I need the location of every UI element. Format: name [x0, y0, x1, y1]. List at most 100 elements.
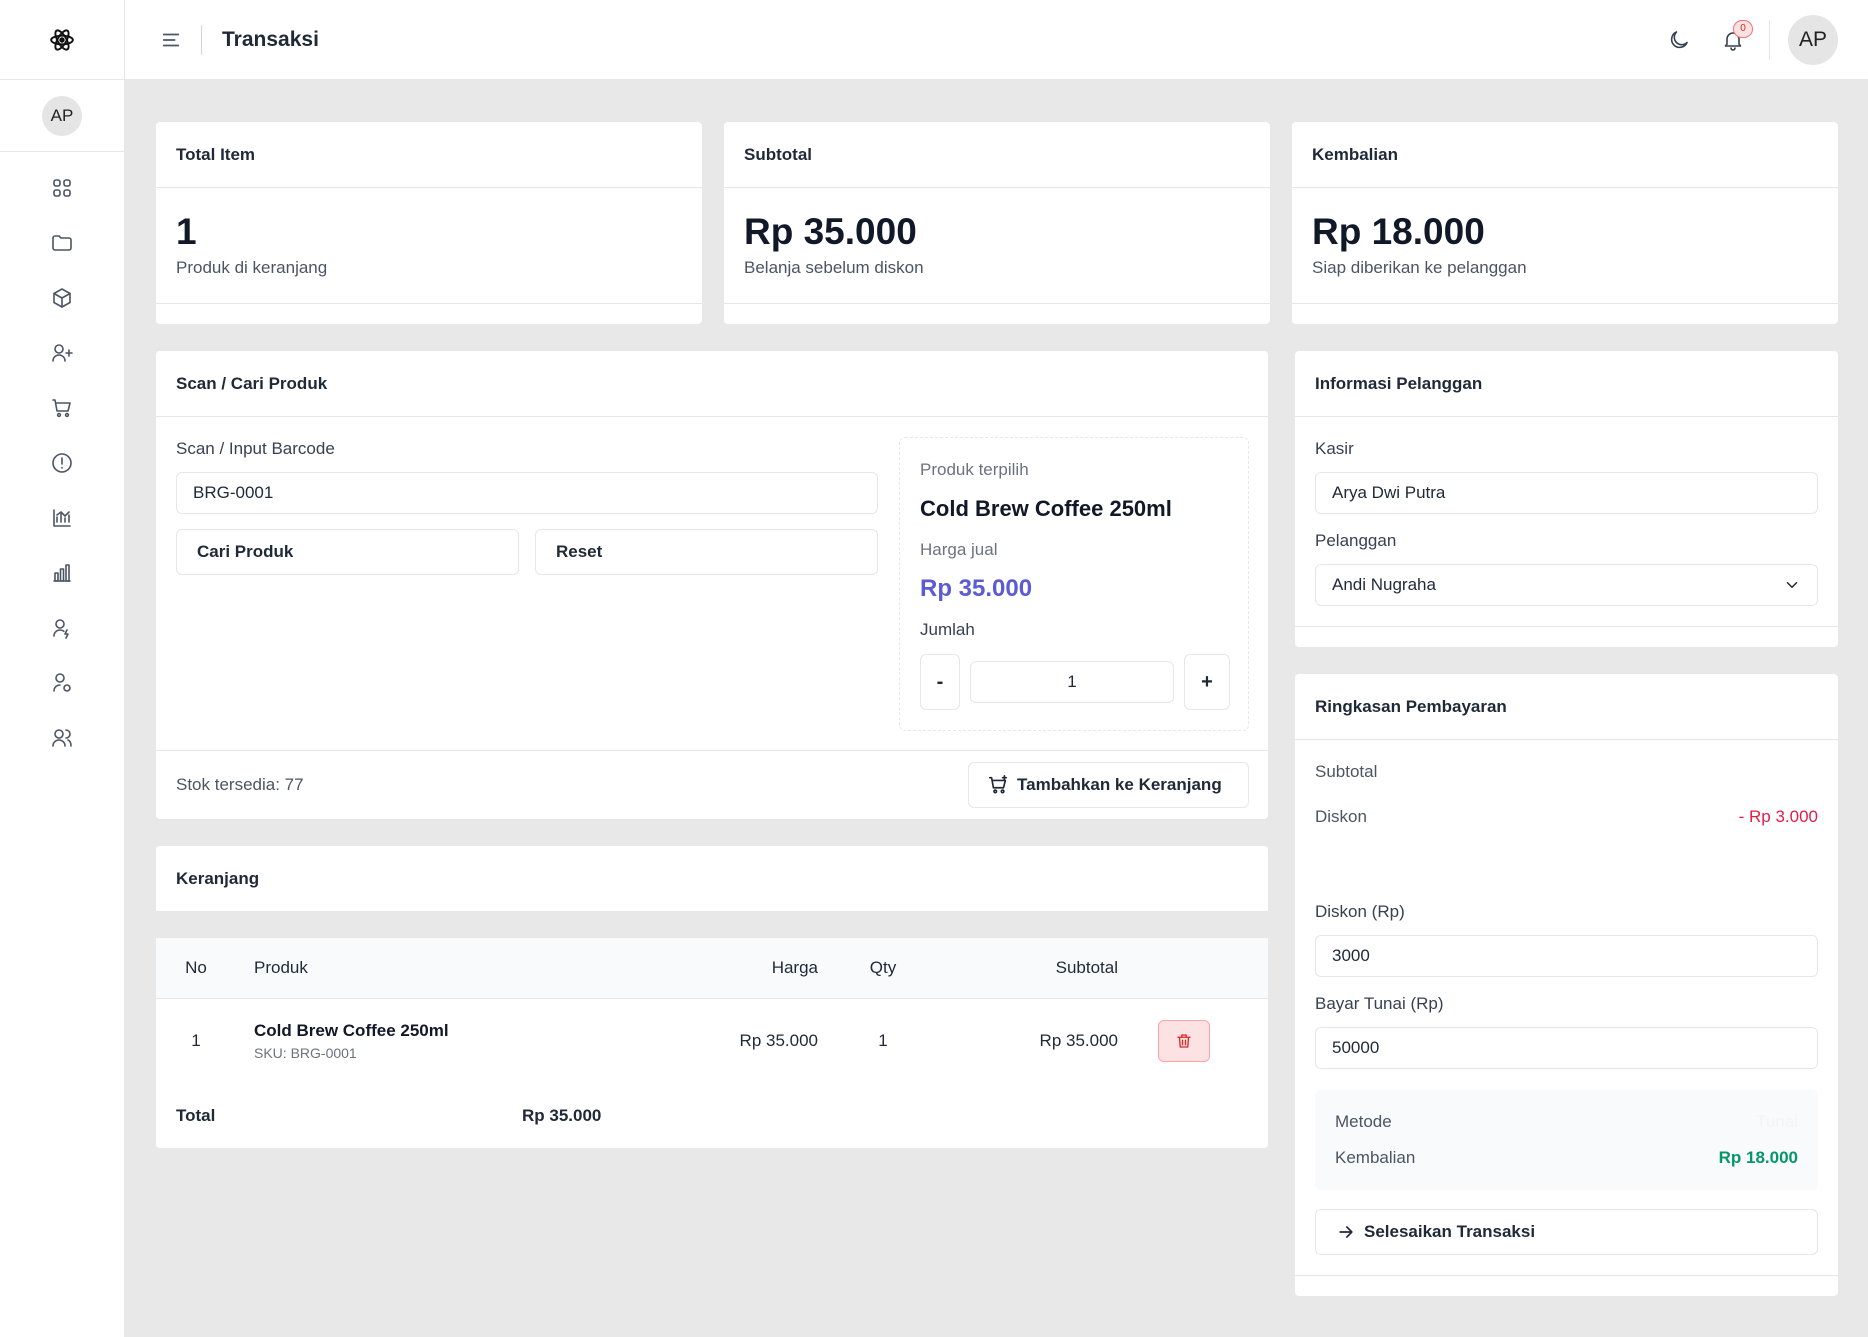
cell-action: [1118, 998, 1268, 1084]
stat-card-total-item: Total Item 1 Produk di keranjang: [156, 122, 702, 324]
col-no: No: [185, 957, 207, 977]
box-icon: [53, 287, 71, 308]
barcode-input[interactable]: BRG-0001: [176, 472, 878, 514]
top-header: Transaksi 0 AP: [125, 0, 1868, 80]
cart-icon: [52, 398, 71, 417]
sidebar-item-statistics[interactable]: [38, 545, 86, 600]
notification-badge: 0: [1733, 19, 1753, 38]
finish-transaction-button[interactable]: Selesaikan Transaksi: [1315, 1209, 1818, 1255]
card-title: Keranjang: [156, 846, 1268, 912]
stat-subtitle: Siap diberikan ke pelanggan: [1312, 258, 1527, 277]
kasir-field[interactable]: Arya Dwi Putra: [1315, 472, 1818, 514]
diskon-input[interactable]: 3000: [1315, 935, 1818, 977]
folder-icon: [52, 234, 72, 251]
card-title: Ringkasan Pembayaran: [1295, 674, 1838, 740]
payment-card-footer: [1295, 1275, 1838, 1276]
cart-gap: [156, 912, 1268, 938]
stat-subtitle: Belanja sebelum diskon: [744, 258, 924, 277]
add-to-cart-label: Tambahkan ke Keranjang: [1017, 775, 1222, 794]
price-label: Harga jual: [920, 540, 998, 559]
user-avatar[interactable]: AP: [1788, 14, 1838, 65]
arrow-right-icon: [1339, 1226, 1353, 1238]
cell-subtotal: Rp 35.000: [1039, 1031, 1118, 1051]
sidebar: AP: [0, 0, 125, 1337]
pelanggan-select[interactable]: Andi Nugraha: [1315, 564, 1818, 606]
table-row: 1 Cold Brew Coffee 250ml SKU: BRG-0001 R…: [156, 998, 1268, 1084]
qty-increment-button[interactable]: +: [1184, 654, 1230, 710]
menu-toggle-button[interactable]: [141, 0, 201, 80]
sidebar-item-products[interactable]: [38, 270, 86, 325]
chevron-down-icon: [1786, 582, 1798, 588]
col-qty: Qty: [869, 957, 897, 977]
stat-value: Rp 35.000: [744, 211, 917, 252]
qty-decrement-button[interactable]: -: [920, 654, 960, 710]
sidebar-nav: [0, 152, 124, 765]
selected-product-name: Cold Brew Coffee 250ml: [920, 496, 1172, 521]
customer-info-card: Informasi Pelanggan Kasir Arya Dwi Putra…: [1295, 351, 1838, 647]
selected-product-label: Produk terpilih: [920, 460, 1029, 479]
cart-card: Keranjang No Produk Harga Qty Subtotal 1…: [156, 846, 1268, 1148]
stat-card-title: Total Item: [156, 122, 702, 188]
stat-card-title: Kembalian: [1292, 122, 1838, 188]
header-divider-right: [1769, 19, 1770, 60]
menu-icon: [162, 33, 180, 46]
sidebar-item-dashboard[interactable]: [38, 160, 86, 215]
grid-icon: [53, 178, 71, 197]
stock-text: Stok tersedia: 77: [176, 775, 304, 794]
reset-button[interactable]: Reset: [535, 529, 878, 575]
bayar-tunai-input[interactable]: 50000: [1315, 1027, 1818, 1069]
customer-card-footer: [1295, 626, 1838, 627]
theme-toggle-button[interactable]: [1653, 14, 1705, 66]
sidebar-item-categories[interactable]: [38, 215, 86, 270]
stat-card-title: Subtotal: [724, 122, 1270, 188]
logo[interactable]: [0, 0, 124, 80]
cell-qty: 1: [878, 1031, 888, 1051]
cart-total-label: Total: [176, 1106, 216, 1125]
col-subtotal: Subtotal: [1055, 957, 1118, 977]
bar-chart-icon: [53, 563, 71, 582]
notification-button[interactable]: 0: [1707, 14, 1759, 66]
cell-produk: Cold Brew Coffee 250ml SKU: BRG-0001: [236, 998, 648, 1084]
stat-card-footer: [724, 303, 1270, 304]
qty-label: Jumlah: [920, 620, 975, 639]
cell-harga: Rp 35.000: [739, 1031, 818, 1051]
add-to-cart-button[interactable]: Tambahkan ke Keranjang: [968, 762, 1249, 808]
sidebar-item-customers[interactable]: [38, 325, 86, 380]
sidebar-item-user-edit[interactable]: [38, 600, 86, 655]
sidebar-user: AP: [0, 80, 124, 152]
avatar[interactable]: AP: [42, 95, 82, 136]
user-settings-icon: [53, 672, 71, 692]
stat-subtitle: Produk di keranjang: [176, 258, 328, 277]
cart-add-icon: [988, 775, 1008, 794]
delete-item-button[interactable]: [1158, 1020, 1210, 1063]
qty-input[interactable]: 1: [970, 661, 1174, 703]
cart-total-value: Rp 35.000: [522, 1106, 602, 1125]
sidebar-item-user-settings[interactable]: [38, 655, 86, 710]
scan-footer-divider: [156, 750, 1268, 751]
stat-card-footer: [1292, 303, 1838, 304]
stat-card-footer: [156, 303, 702, 304]
col-harga: Harga: [771, 957, 818, 977]
stat-value: 1: [176, 211, 197, 252]
users-icon: [52, 728, 72, 747]
kembalian-value: Rp 18.000: [1718, 1148, 1798, 1167]
sidebar-item-reports[interactable]: [38, 490, 86, 545]
sidebar-item-transactions[interactable]: [38, 380, 86, 435]
pelanggan-selected-value: Andi Nugraha: [1332, 575, 1436, 594]
payment-summary-card: Ringkasan Pembayaran Subtotal Diskon - R…: [1295, 674, 1838, 1296]
stat-value: Rp 18.000: [1312, 211, 1485, 252]
price-value: Rp 35.000: [920, 575, 1033, 602]
cell-no: 1: [191, 1031, 201, 1051]
alert-circle-icon: [52, 452, 72, 473]
metode-label: Metode: [1335, 1112, 1392, 1131]
search-product-button[interactable]: Cari Produk: [176, 529, 519, 575]
card-title: Informasi Pelanggan: [1295, 351, 1838, 417]
sidebar-item-users[interactable]: [38, 710, 86, 765]
kembalian-label: Kembalian: [1335, 1148, 1416, 1167]
stat-card-subtotal: Subtotal Rp 35.000 Belanja sebelum disko…: [724, 122, 1270, 324]
scan-product-card: Scan / Cari Produk Scan / Input Barcode …: [156, 351, 1268, 819]
moon-icon: [1670, 30, 1688, 48]
summary-diskon-value: - Rp 3.000: [1738, 807, 1818, 826]
sidebar-item-info[interactable]: [38, 435, 86, 490]
finish-transaction-label: Selesaikan Transaksi: [1364, 1222, 1536, 1241]
